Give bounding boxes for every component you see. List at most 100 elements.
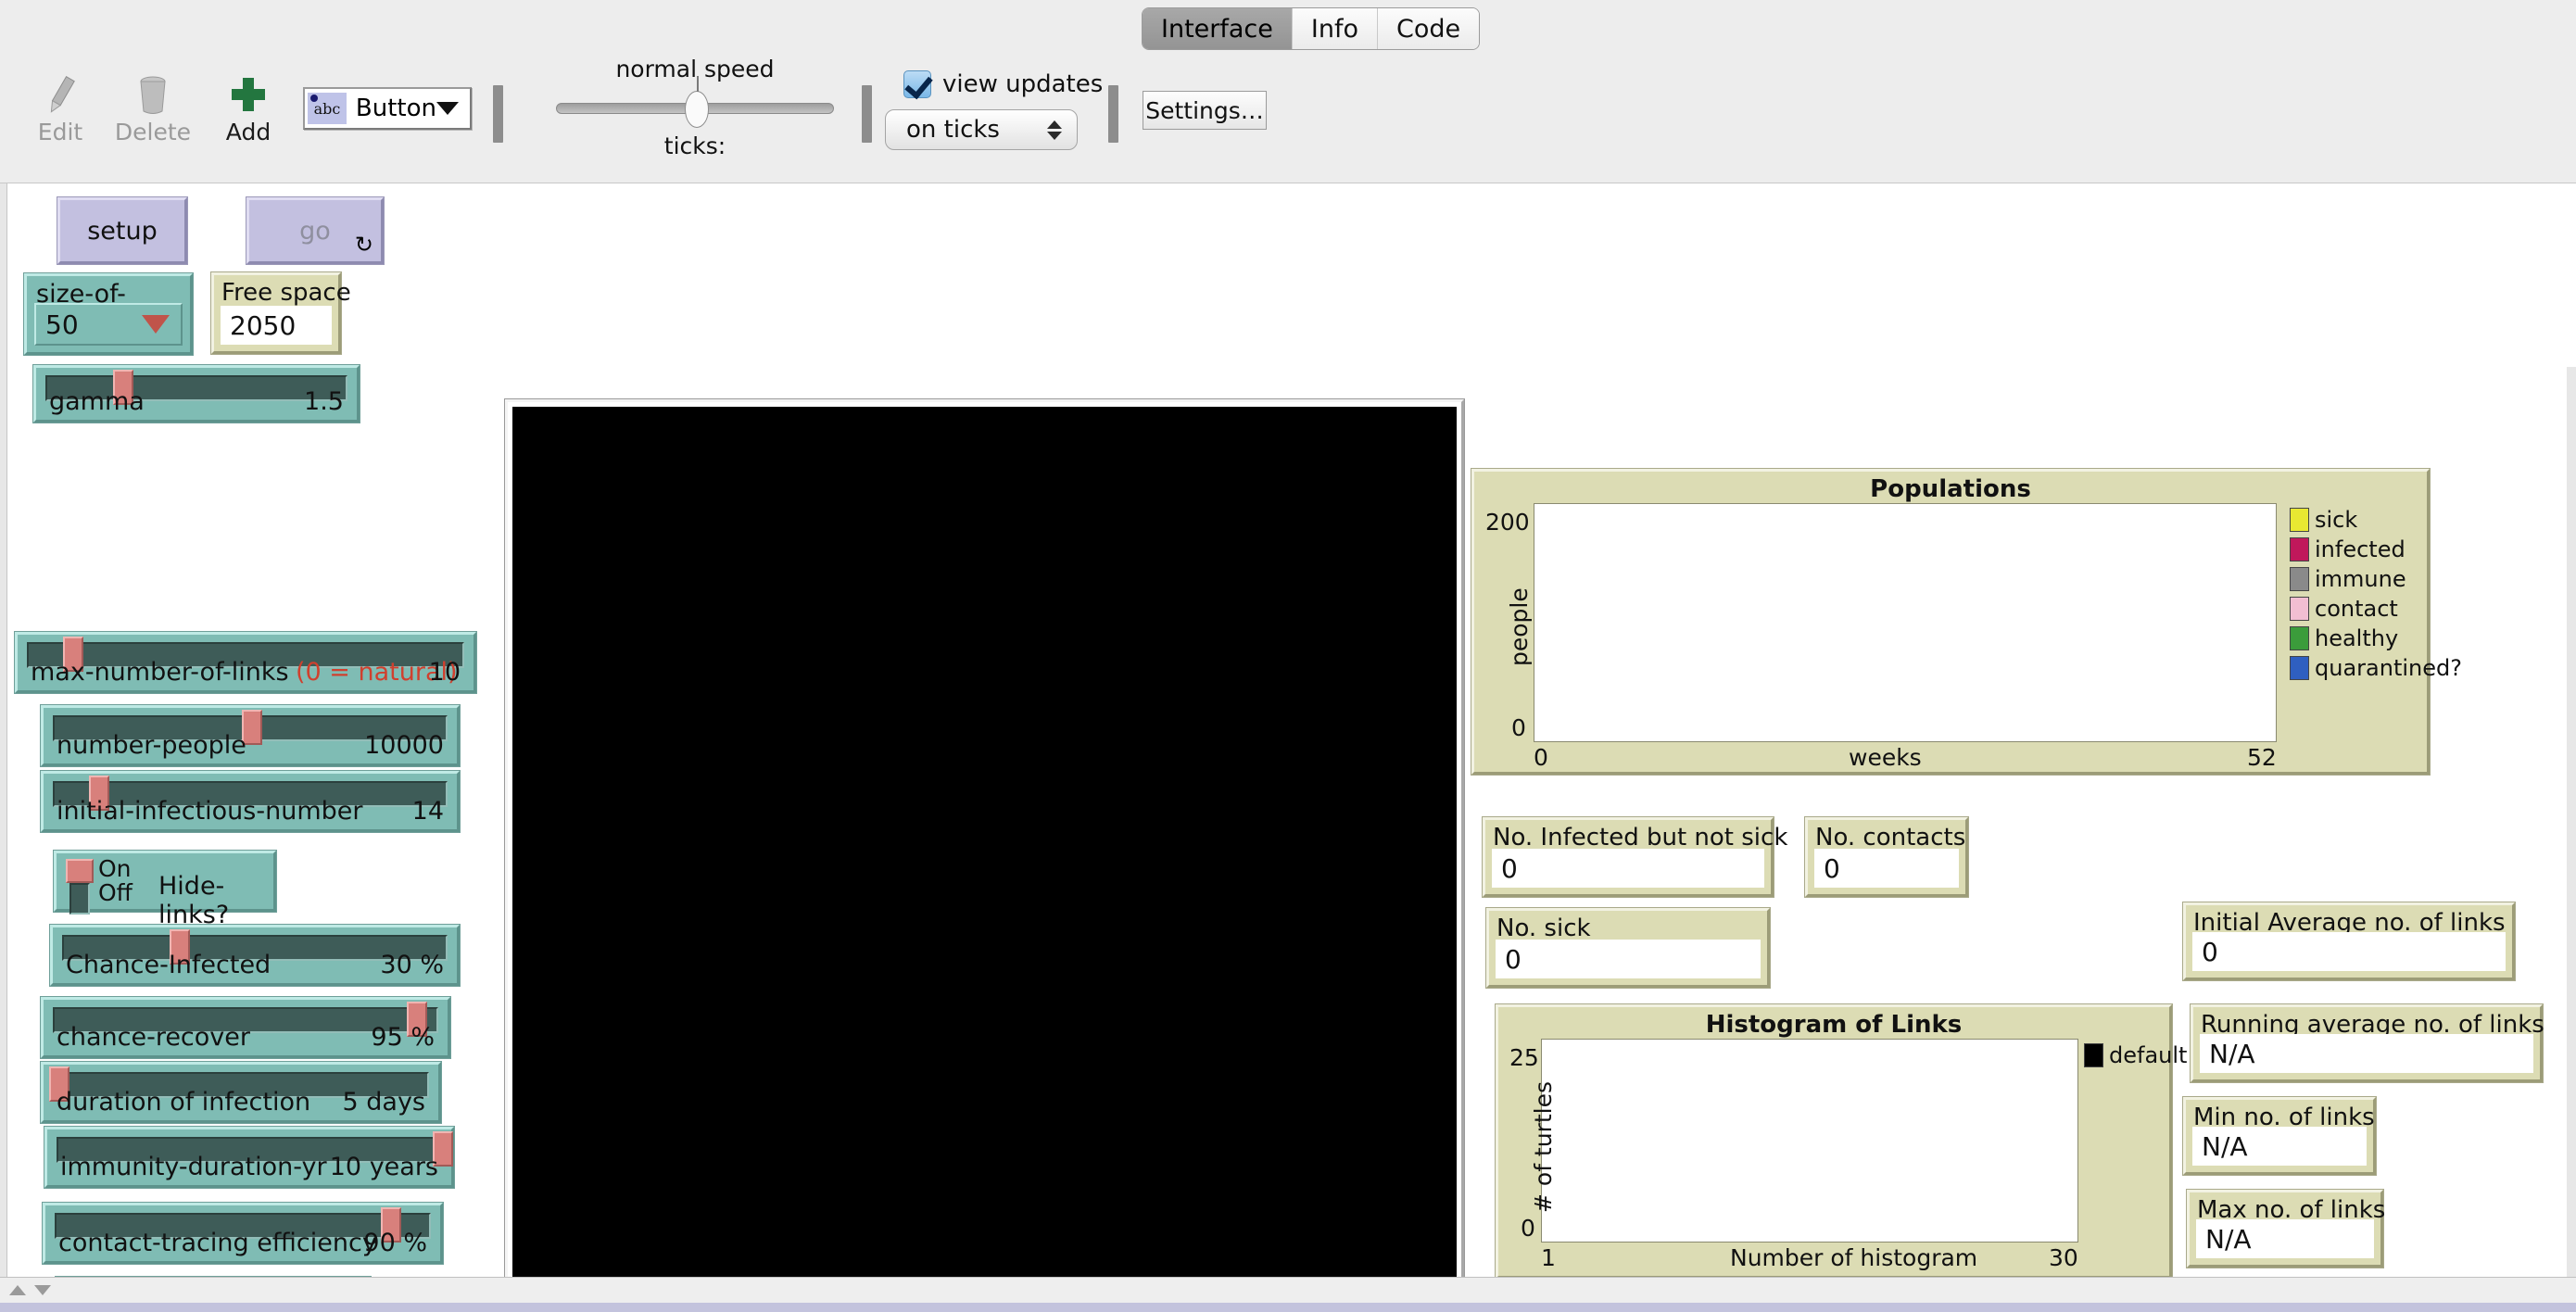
size-of-world-chooser[interactable]: size-of-world 50 (24, 273, 193, 355)
legend-item[interactable]: quarantined? (2290, 655, 2462, 681)
free-space-value: 2050 (221, 306, 332, 345)
monitor-value: 0 (1814, 849, 1959, 888)
update-mode-value: on ticks (906, 116, 1000, 144)
view-updates-label: view updates (942, 70, 1104, 98)
switch-off-pad (69, 883, 90, 915)
vertical-scrollbar[interactable] (2567, 367, 2576, 1312)
stepper-icon[interactable] (1047, 120, 1062, 140)
slider-gamma-value: 1.5 (304, 387, 344, 416)
slider-immunity-duration-yr-label: immunity-duration-yr (60, 1153, 327, 1181)
horizontal-scrollbar[interactable] (0, 1303, 2576, 1312)
go-button[interactable]: go ↻ (246, 197, 384, 264)
view-updates-checkbox[interactable]: view updates (903, 70, 1103, 98)
legend-label: quarantined? (2315, 655, 2462, 681)
populations-plot: Populations 200 0 people 0 weeks 52 sick… (1471, 469, 2462, 775)
histogram-x-min: 1 (1541, 1244, 1556, 1271)
monitor-label: No. contacts (1815, 824, 1966, 852)
trash-icon (102, 65, 204, 117)
speed-slider[interactable] (556, 76, 834, 128)
free-space-monitor: Free space 2050 (211, 272, 351, 354)
legend-item[interactable]: sick (2290, 507, 2462, 533)
monitor-value: 0 (1496, 940, 1761, 978)
histogram-plot-area (1541, 1039, 2078, 1243)
switch-on-pad (66, 859, 94, 883)
settings-button[interactable]: Settings… (1143, 91, 1267, 130)
monitor-value: N/A (2196, 1219, 2374, 1258)
scroll-down-icon[interactable] (34, 1285, 51, 1295)
legend-item[interactable]: immune (2290, 566, 2462, 592)
speed-slider-group: normal speed ticks: (556, 56, 834, 159)
slider-max-number-of-links[interactable]: max-number-of-links (0 = natural) 10 (15, 632, 476, 693)
populations-x-axis-label: weeks (1849, 744, 1922, 771)
toolbar-divider-1 (493, 85, 503, 143)
speed-slider-thumb[interactable] (685, 76, 709, 128)
histogram-y-axis-label: # of turtles (1530, 1080, 1557, 1213)
switch-hide-links[interactable]: On Off Hide-links? (54, 851, 276, 929)
populations-plot-legend: sick infected immune contact healthy qua… (2290, 507, 2462, 685)
legend-label: sick (2315, 507, 2358, 533)
go-button-label: go (299, 216, 331, 246)
tab-code[interactable]: Code (1378, 8, 1480, 49)
switch-hide-links-label: Hide-links? (158, 872, 230, 929)
speed-label: normal speed (615, 56, 775, 82)
slider-chance-recover-value: 95 % (371, 1023, 435, 1052)
ticks-label: ticks: (663, 132, 726, 159)
slider-gamma[interactable]: gamma 1.5 (33, 365, 360, 423)
legend-item[interactable]: default (2084, 1042, 2187, 1068)
monitor-initial-average-links: Initial Average no. of links 0 (2183, 902, 2515, 980)
populations-plot-title: Populations (1870, 475, 2031, 503)
populations-plot-area (1534, 503, 2277, 742)
top-toolbar: Edit Delete Add abc Button normal speed … (0, 0, 2576, 183)
histogram-y-min: 0 (1521, 1215, 1535, 1242)
widget-type-label: Button (355, 95, 436, 122)
monitor-value: 0 (1492, 849, 1764, 888)
histogram-of-links-plot: Histogram of Links 25 0 # of turtles 1 N… (1496, 1004, 2187, 1279)
legend-item[interactable]: contact (2290, 596, 2462, 622)
slider-contact-tracing-efficiency-value: 90 % (363, 1229, 427, 1257)
world-canvas[interactable] (512, 407, 1457, 1312)
switch-knob[interactable] (66, 859, 94, 916)
slider-initial-infectious-number[interactable]: initial-infectious-number 14 (41, 771, 460, 832)
forever-icon: ↻ (354, 232, 373, 258)
legend-swatch-infected (2290, 537, 2309, 561)
slider-chance-recover[interactable]: chance-recover 95 % (41, 997, 450, 1058)
widget-type-select[interactable]: abc Button (303, 87, 472, 130)
slider-chance-recover-label: chance-recover (57, 1023, 250, 1052)
slider-gamma-label: gamma (49, 387, 145, 416)
slider-chance-infected[interactable]: Chance-Infected 30 % (50, 925, 460, 986)
slider-immunity-duration-yr[interactable]: immunity-duration-yr 10 years (44, 1127, 454, 1188)
delete-button[interactable]: Delete (102, 65, 204, 144)
slider-duration-of-infection-label: duration of infection (57, 1088, 311, 1116)
slider-number-people[interactable]: number-people 10000 (41, 705, 460, 766)
setup-button[interactable]: setup (57, 197, 187, 264)
histogram-y-max: 25 (1509, 1044, 1539, 1071)
tab-info[interactable]: Info (1292, 8, 1378, 49)
tab-interface[interactable]: Interface (1143, 8, 1293, 49)
slider-duration-of-infection[interactable]: duration of infection 5 days (41, 1062, 441, 1123)
interface-canvas: setup go ↻ size-of-world 50 Free space 2… (0, 183, 2576, 1312)
slider-duration-of-infection-value: 5 days (342, 1088, 426, 1116)
slider-max-number-of-links-value: 10 (428, 658, 461, 687)
switch-off-label: Off (98, 878, 133, 906)
edit-button[interactable]: Edit (9, 65, 111, 144)
legend-swatch-healthy (2290, 626, 2309, 650)
slider-contact-tracing-efficiency[interactable]: contact-tracing efficiency 90 % (43, 1203, 443, 1264)
world-view[interactable] (505, 399, 1464, 1312)
free-space-label: Free space (221, 279, 351, 307)
update-mode-select[interactable]: on ticks (885, 109, 1078, 150)
scroll-up-icon[interactable] (9, 1285, 26, 1295)
legend-label: healthy (2315, 625, 2399, 651)
slider-initial-infectious-number-value: 14 (411, 797, 444, 826)
monitor-max-links: Max no. of links N/A (2187, 1190, 2385, 1268)
monitor-min-links: Min no. of links N/A (2183, 1097, 2376, 1175)
legend-swatch-default (2084, 1043, 2103, 1067)
legend-item[interactable]: infected (2290, 536, 2462, 562)
slider-initial-infectious-number-label: initial-infectious-number (57, 797, 363, 826)
legend-item[interactable]: healthy (2290, 625, 2462, 651)
size-of-world-value-box[interactable]: 50 (34, 303, 183, 346)
histogram-x-max: 30 (2049, 1244, 2078, 1271)
monitor-label: No. sick (1496, 915, 1591, 942)
setup-button-label: setup (87, 216, 158, 246)
checkbox-checked-icon[interactable] (903, 70, 931, 98)
add-button[interactable]: Add (197, 65, 299, 144)
